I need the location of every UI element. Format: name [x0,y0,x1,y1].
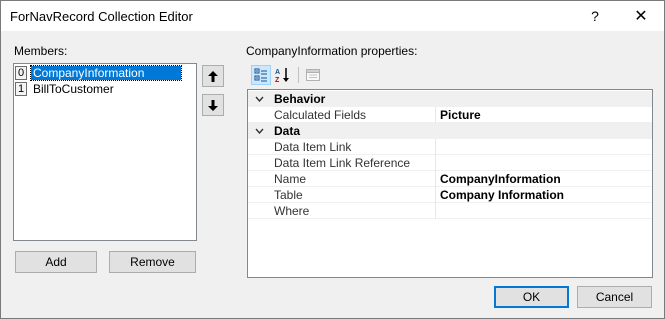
category-data[interactable]: Data [248,123,652,139]
collapse-icon [248,91,270,107]
property-value[interactable]: Company Information [436,187,564,203]
categorized-button[interactable] [251,65,271,85]
row-gutter [248,187,270,203]
window-title: ForNavRecord Collection Editor [10,9,193,24]
property-value[interactable]: CompanyInformation [436,171,561,187]
categorized-icon [254,68,267,82]
member-index: 1 [15,81,27,96]
property-row-data-item-link[interactable]: Data Item Link [248,138,652,155]
member-label: BillToCustomer [33,81,114,96]
property-grid-toolbar: A Z [247,63,653,87]
property-value[interactable] [436,139,440,155]
alphabetical-icon: A Z [275,68,289,83]
property-value[interactable] [436,155,440,171]
members-label: Members: [14,44,68,58]
row-gutter [248,139,270,155]
category-name: Data [274,124,301,138]
alphabetical-button[interactable]: A Z [273,65,293,85]
svg-text:A: A [275,69,280,76]
add-button[interactable]: Add [15,251,97,273]
list-item-bill-to-customer[interactable]: 1 BillToCustomer [15,81,195,96]
row-gutter [248,155,270,171]
property-value[interactable] [436,203,440,219]
remove-button[interactable]: Remove [109,251,196,273]
arrow-down-icon [208,99,218,111]
property-row-data-item-link-reference[interactable]: Data Item Link Reference [248,154,652,171]
property-pages-button[interactable] [303,65,323,85]
collapse-icon [248,123,270,139]
close-button[interactable]: ✕ [618,1,664,31]
property-name: Calculated Fields [270,106,436,123]
property-pages-icon [306,69,320,81]
property-row-where[interactable]: Where [248,202,652,219]
row-gutter [248,203,270,219]
title-bar: ForNavRecord Collection Editor ? ✕ [1,1,664,31]
property-name: Data Item Link Reference [270,154,436,171]
member-index: 0 [15,65,27,80]
property-row-name[interactable]: Name CompanyInformation [248,170,652,187]
toolbar-separator [298,67,299,83]
property-row-calculated-fields[interactable]: Calculated Fields Picture [248,106,652,123]
list-item-company-information[interactable]: 0 CompanyInformation [15,64,195,81]
category-behavior[interactable]: Behavior [248,91,652,107]
property-name: Name [270,170,436,187]
category-name: Behavior [274,92,326,106]
property-name: Table [270,186,436,203]
properties-label: CompanyInformation properties: [246,44,418,58]
cancel-button[interactable]: Cancel [577,286,652,308]
members-list[interactable]: 0 CompanyInformation 1 BillToCustomer [13,63,197,241]
property-row-table[interactable]: Table Company Information [248,186,652,203]
property-name: Data Item Link [270,138,436,155]
property-grid: Behavior Calculated Fields Picture Data … [247,89,653,278]
move-down-button[interactable] [202,94,224,116]
help-button[interactable]: ? [572,1,618,31]
move-up-button[interactable] [202,65,224,87]
property-value[interactable]: Picture [436,107,481,123]
arrow-up-icon [208,70,218,82]
ok-button[interactable]: OK [494,286,569,308]
property-name: Where [270,202,436,219]
collection-editor-dialog: ForNavRecord Collection Editor ? ✕ Membe… [0,0,665,319]
row-gutter [248,107,270,123]
member-label: CompanyInformation [30,64,182,81]
row-gutter [248,171,270,187]
svg-text:Z: Z [275,77,280,83]
